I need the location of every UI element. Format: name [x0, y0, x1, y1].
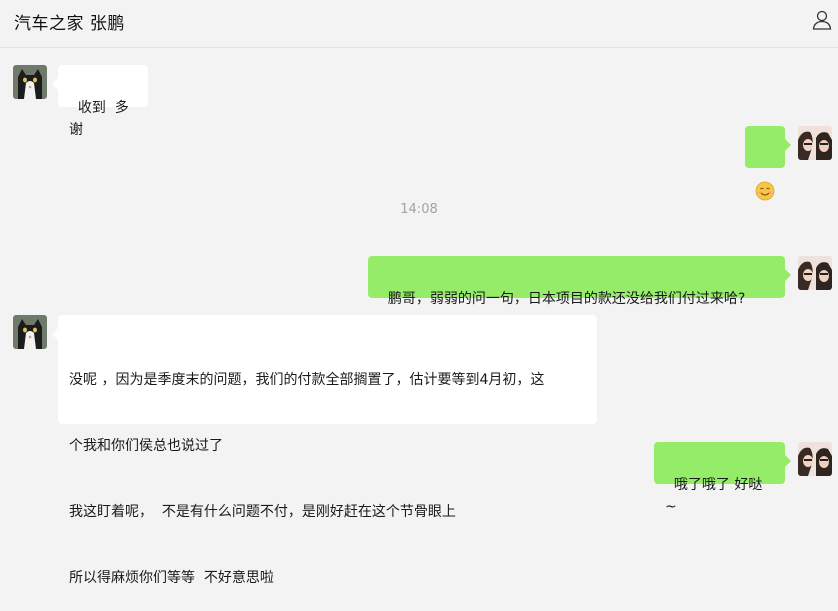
message-line: 个我和你们侯总也说过了	[69, 438, 223, 454]
cat-avatar[interactable]	[13, 315, 47, 349]
message-text: 收到 多谢	[69, 100, 129, 138]
message-text: 哦了哦了 好哒~	[665, 477, 763, 515]
timestamp: 14:08	[400, 202, 438, 217]
message-bubble-outgoing[interactable]: 鹏哥，弱弱的问一句，日本项目的款还没给我们付过来哈?	[368, 256, 791, 307]
message-line: 没呢 ，因为是季度末的问题，我们的付款全部搁置了，估计要等到4月初，这	[69, 372, 545, 388]
message-bubble-incoming[interactable]: 没呢 ，因为是季度末的问题，我们的付款全部搁置了，估计要等到4月初，这 个我和你…	[52, 315, 597, 586]
cat-avatar[interactable]	[13, 65, 47, 99]
message-text: 鹏哥，弱弱的问一句，日本项目的款还没给我们付过来哈?	[387, 291, 746, 307]
message-line: 所以得麻烦你们等等 不好意思啦	[69, 570, 274, 586]
message-line: 我这盯着呢， 不是有什么问题不付，是刚好赶在这个节骨眼上	[69, 504, 456, 520]
selfie-avatar[interactable]	[798, 256, 832, 290]
chat-title: 汽车之家 张鹏	[14, 14, 125, 34]
selfie-avatar[interactable]	[798, 442, 832, 476]
message-bubble-outgoing[interactable]: 哦了哦了 好哒~	[654, 442, 791, 515]
selfie-avatar[interactable]	[798, 126, 832, 160]
message-bubble-incoming[interactable]: 收到 多谢	[52, 65, 148, 138]
person-outline-icon[interactable]	[810, 8, 834, 32]
smiling-face-emoji	[755, 181, 775, 201]
message-bubble-outgoing[interactable]	[745, 126, 791, 201]
chat-header: 汽车之家 张鹏	[0, 0, 838, 48]
